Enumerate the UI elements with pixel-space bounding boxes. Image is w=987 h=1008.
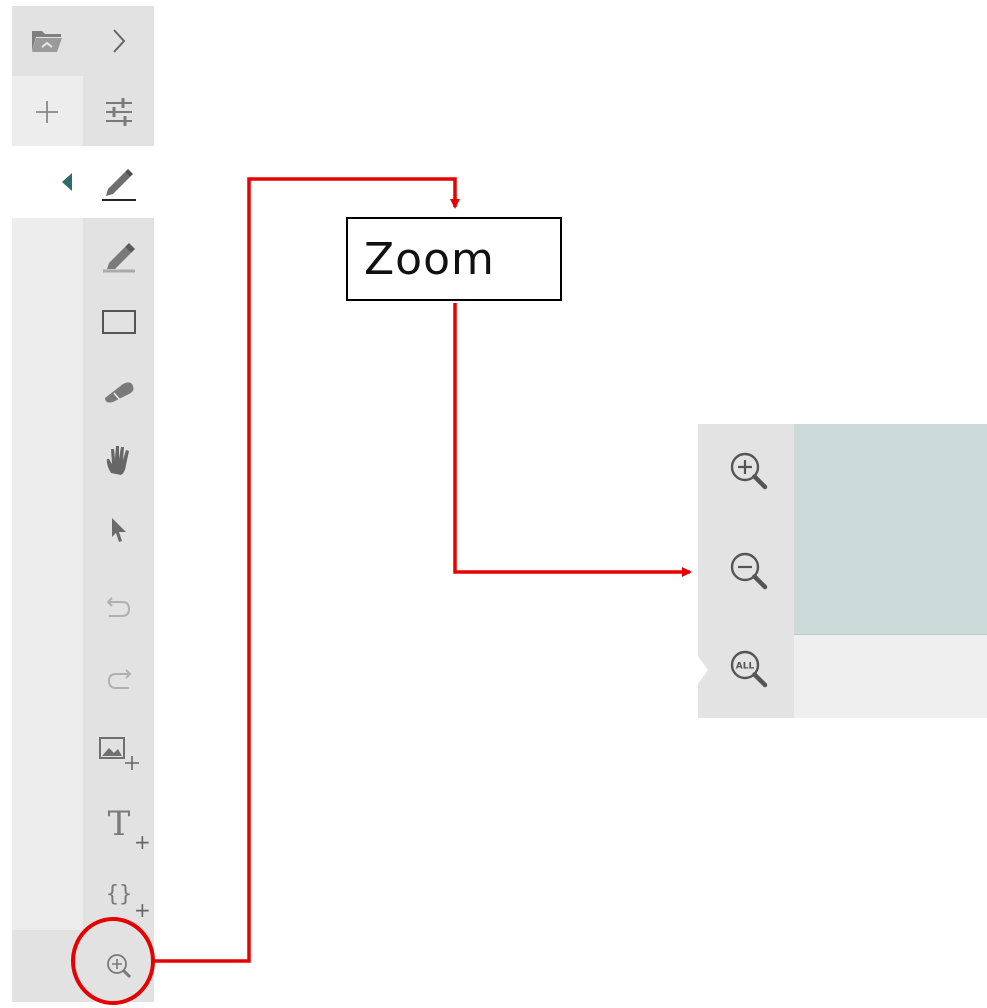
hand-icon (106, 446, 129, 475)
zoom-out-icon (730, 552, 768, 590)
zoom-all-button[interactable]: ALL (708, 628, 788, 708)
pen-button[interactable] (84, 148, 154, 216)
chevron-right-icon (113, 29, 126, 53)
zoom-in-button[interactable] (708, 430, 788, 510)
insert-text-button[interactable]: T + (84, 790, 154, 858)
insert-equation-button[interactable]: {} + (84, 860, 154, 928)
sliders-icon (106, 98, 132, 126)
canvas-lower-area (794, 635, 987, 718)
toolbar: T + {} + (12, 6, 154, 1002)
callout-label: Zoom (364, 233, 495, 285)
undo-button[interactable] (84, 574, 154, 642)
settings-button[interactable] (84, 78, 154, 146)
highlighter-button[interactable] (84, 222, 154, 290)
pen-icon (102, 169, 136, 201)
zoom-icon (107, 954, 132, 979)
zoom-all-icon: ALL (730, 650, 768, 688)
zoom-button[interactable] (84, 932, 154, 1000)
zoom-in-icon (730, 452, 768, 490)
undo-icon (106, 597, 131, 617)
braces-add-icon: {} (105, 881, 133, 907)
highlighter-icon (103, 243, 135, 273)
braces-add-plus: + (134, 898, 151, 922)
zoom-all-indicator (698, 656, 708, 684)
redo-button[interactable] (84, 646, 154, 714)
text-add-icon: T (107, 804, 131, 844)
rectangle-button[interactable] (84, 288, 154, 356)
open-folder-button[interactable] (12, 7, 82, 75)
eraser-icon (105, 382, 134, 403)
expand-button[interactable] (84, 7, 154, 75)
zoom-callout: Zoom (346, 217, 562, 301)
redo-icon (107, 669, 132, 689)
zoom-out-button[interactable] (708, 530, 788, 610)
folder-open-icon (32, 31, 62, 52)
collapse-arrow[interactable] (52, 148, 82, 216)
rectangle-icon (102, 310, 136, 334)
pointer-icon (112, 518, 126, 542)
new-button[interactable] (12, 78, 82, 146)
text-add-plus: + (134, 830, 151, 854)
insert-image-button[interactable] (84, 718, 154, 786)
zoom-all-label: ALL (736, 662, 755, 672)
connector-to-panel (453, 303, 692, 577)
image-add-icon (99, 737, 139, 770)
canvas-area (794, 424, 987, 635)
triangle-left-icon (62, 173, 72, 191)
eraser-button[interactable] (84, 358, 154, 426)
zoom-panel: ALL (698, 424, 987, 718)
select-button[interactable] (84, 496, 154, 564)
plus-icon (36, 101, 58, 123)
pan-button[interactable] (84, 426, 154, 494)
